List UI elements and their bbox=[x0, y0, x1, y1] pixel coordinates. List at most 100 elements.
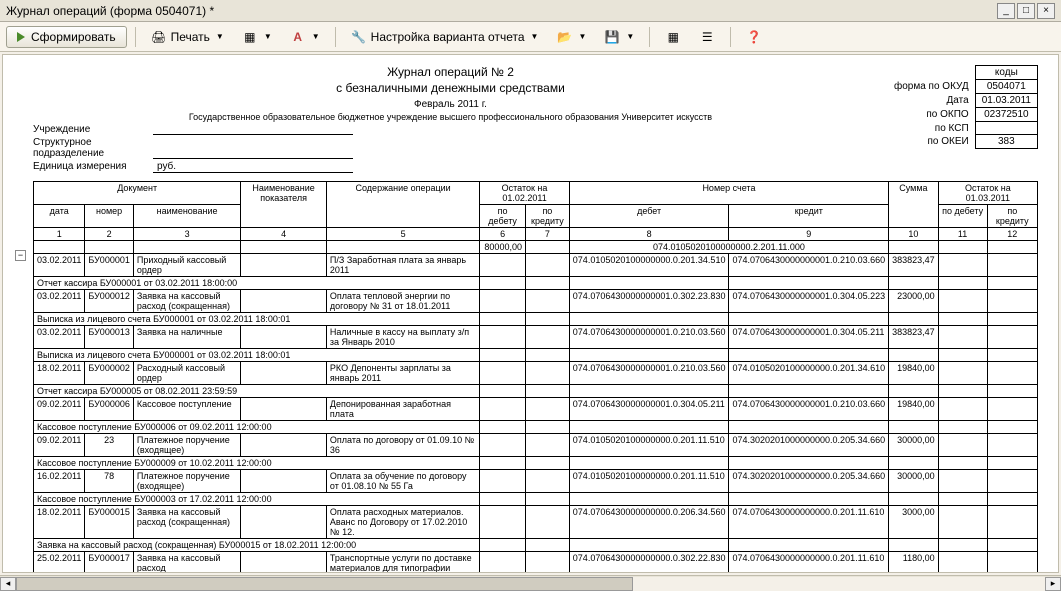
report-period: Февраль 2011 г. bbox=[33, 99, 868, 110]
list-button[interactable]: ☰ bbox=[692, 25, 722, 49]
open-button[interactable]: 📂▼ bbox=[549, 25, 593, 49]
maximize-button[interactable]: □ bbox=[1017, 3, 1035, 19]
cell-op: Оплата по договору от 01.09.10 № 36 bbox=[326, 434, 479, 457]
cell-op: Оплата за обучение по договору от 01.08.… bbox=[326, 470, 479, 493]
close-button[interactable]: × bbox=[1037, 3, 1055, 19]
scroll-left-button[interactable]: ◂ bbox=[0, 577, 16, 591]
cell-name: Платежное поручение (входящее) bbox=[133, 470, 240, 493]
scroll-right-button[interactable]: ▸ bbox=[1045, 577, 1061, 591]
cell-sub: Кассовое поступление БУ000006 от 09.02.2… bbox=[34, 421, 480, 434]
unit-value: руб. bbox=[153, 161, 353, 173]
font-button[interactable]: A▼ bbox=[283, 25, 327, 49]
cell-sub: Выписка из лицевого счета БУ000001 от 03… bbox=[34, 313, 480, 326]
lbl-dep: Структурное подразделение bbox=[33, 137, 153, 159]
font-icon: A bbox=[290, 29, 306, 45]
cell-sub: Отчет кассира БУ000005 от 08.02.2011 23:… bbox=[34, 385, 480, 398]
open-dt: 80000,00 bbox=[480, 241, 526, 254]
form-button-label: Сформировать bbox=[31, 30, 116, 44]
cell-num: БУ000013 bbox=[85, 326, 133, 349]
codes-table: коды форма по ОКУД0504071Дата01.03.2011п… bbox=[888, 65, 1038, 149]
lbl-unit: Единица измерения bbox=[33, 161, 153, 173]
h-kt1: по кредиту bbox=[525, 205, 569, 228]
report-viewport[interactable]: − Журнал операций № 2 с безналичными ден… bbox=[2, 54, 1059, 573]
cell-sum: 23000,00 bbox=[889, 290, 939, 313]
code-value: 0504071 bbox=[975, 80, 1037, 94]
report-title-1: Журнал операций № 2 bbox=[33, 65, 868, 79]
cell-date: 09.02.2011 bbox=[34, 434, 85, 457]
cell-date: 16.02.2011 bbox=[34, 470, 85, 493]
chevron-down-icon: ▼ bbox=[312, 32, 320, 41]
cell-sum: 19840,00 bbox=[889, 362, 939, 385]
cell-date: 18.02.2011 bbox=[34, 506, 85, 539]
list-icon: ☰ bbox=[699, 29, 715, 45]
grid-icon: ▦ bbox=[665, 29, 681, 45]
cell-op: РКО Депоненты зарплаты за январь 2011 bbox=[326, 362, 479, 385]
cell-num: БУ000017 bbox=[85, 552, 133, 574]
folder-icon: 📂 bbox=[556, 29, 572, 45]
cell-sub: Кассовое поступление БУ000003 от 17.02.2… bbox=[34, 493, 480, 506]
save-button[interactable]: ▦▼ bbox=[235, 25, 279, 49]
minimize-button[interactable]: _ bbox=[997, 3, 1015, 19]
code-value: 383 bbox=[975, 135, 1037, 149]
code-value: 01.03.2011 bbox=[975, 94, 1037, 108]
cell-sub: Заявка на кассовый расход (сокращенная) … bbox=[34, 539, 480, 552]
cell-sum: 383823,47 bbox=[889, 326, 939, 349]
cell-debit: 074.0706430000000000.0.206.34.560 bbox=[569, 506, 729, 539]
collapse-button[interactable]: − bbox=[15, 250, 26, 261]
cell-credit: 074.0706430000000001.0.210.03.660 bbox=[729, 398, 889, 421]
settings-button[interactable]: 🔧 Настройка варианта отчета ▼ bbox=[344, 25, 546, 49]
cell-op: Оплата расходных материалов. Аванс по До… bbox=[326, 506, 479, 539]
cell-num: БУ000001 bbox=[85, 254, 133, 277]
print-button[interactable]: 🖨 Печать ▼ bbox=[144, 25, 231, 49]
open-acc: 074.0105020100000000.2.201.11.000 bbox=[569, 241, 888, 254]
scroll-thumb[interactable] bbox=[16, 577, 633, 591]
cell-date: 09.02.2011 bbox=[34, 398, 85, 421]
cell-debit: 074.0105020100000000.0.201.11.510 bbox=[569, 470, 729, 493]
h-date: дата bbox=[34, 205, 85, 228]
cell-debit: 074.0706430000000000.0.302.22.830 bbox=[569, 552, 729, 574]
help-button[interactable]: ❓ bbox=[739, 25, 769, 49]
h-acc: Номер счета bbox=[569, 182, 888, 205]
col-num: 12 bbox=[987, 228, 1037, 241]
cell-sum: 30000,00 bbox=[889, 470, 939, 493]
horizontal-scrollbar[interactable]: ◂ ▸ bbox=[0, 575, 1061, 591]
h-debit: дебет bbox=[569, 205, 729, 228]
cell-sub: Кассовое поступление БУ000009 от 10.02.2… bbox=[34, 457, 480, 470]
wrench-icon: 🔧 bbox=[351, 29, 367, 45]
disk-button[interactable]: 💾▼ bbox=[597, 25, 641, 49]
h-name: наименование bbox=[133, 205, 240, 228]
col-num: 4 bbox=[241, 228, 327, 241]
code-label: по ОКЕИ bbox=[888, 135, 975, 149]
cell-credit: 074.0706430000000000.0.201.11.610 bbox=[729, 552, 889, 574]
cell-credit: 074.3020201000000000.0.205.34.660 bbox=[729, 434, 889, 457]
cell-name: Кассовое поступление bbox=[133, 398, 240, 421]
chevron-down-icon: ▼ bbox=[216, 32, 224, 41]
cell-sum: 383823,47 bbox=[889, 254, 939, 277]
cell-credit: 074.0706430000000001.0.304.05.223 bbox=[729, 290, 889, 313]
h-kt2: по кредиту bbox=[987, 205, 1037, 228]
table-icon: ▦ bbox=[242, 29, 258, 45]
cell-sum: 30000,00 bbox=[889, 434, 939, 457]
cell-debit: 074.0706430000000001.0.302.23.830 bbox=[569, 290, 729, 313]
h-doc: Документ bbox=[34, 182, 241, 205]
grid-button[interactable]: ▦ bbox=[658, 25, 688, 49]
cell-date: 03.02.2011 bbox=[34, 326, 85, 349]
cell-sub: Выписка из лицевого счета БУ000001 от 03… bbox=[34, 349, 480, 362]
h-op: Содержание операции bbox=[326, 182, 479, 228]
col-num: 7 bbox=[525, 228, 569, 241]
lbl-org: Учреждение bbox=[33, 124, 153, 135]
cell-num: БУ000012 bbox=[85, 290, 133, 313]
col-num: 6 bbox=[480, 228, 526, 241]
cell-name: Приходный кассовый ордер bbox=[133, 254, 240, 277]
cell-date: 18.02.2011 bbox=[34, 362, 85, 385]
h-bal1: Остаток на 01.02.2011 bbox=[480, 182, 570, 205]
cell-debit: 074.0105020100000000.0.201.34.510 bbox=[569, 254, 729, 277]
cell-name: Расходный кассовый ордер bbox=[133, 362, 240, 385]
chevron-down-icon: ▼ bbox=[264, 32, 272, 41]
help-icon: ❓ bbox=[746, 29, 762, 45]
h-sum: Сумма bbox=[889, 182, 939, 228]
form-button[interactable]: Сформировать bbox=[6, 26, 127, 48]
cell-date: 03.02.2011 bbox=[34, 254, 85, 277]
chevron-down-icon: ▼ bbox=[531, 32, 539, 41]
cell-credit: 074.0105020100000000.0.201.34.610 bbox=[729, 362, 889, 385]
